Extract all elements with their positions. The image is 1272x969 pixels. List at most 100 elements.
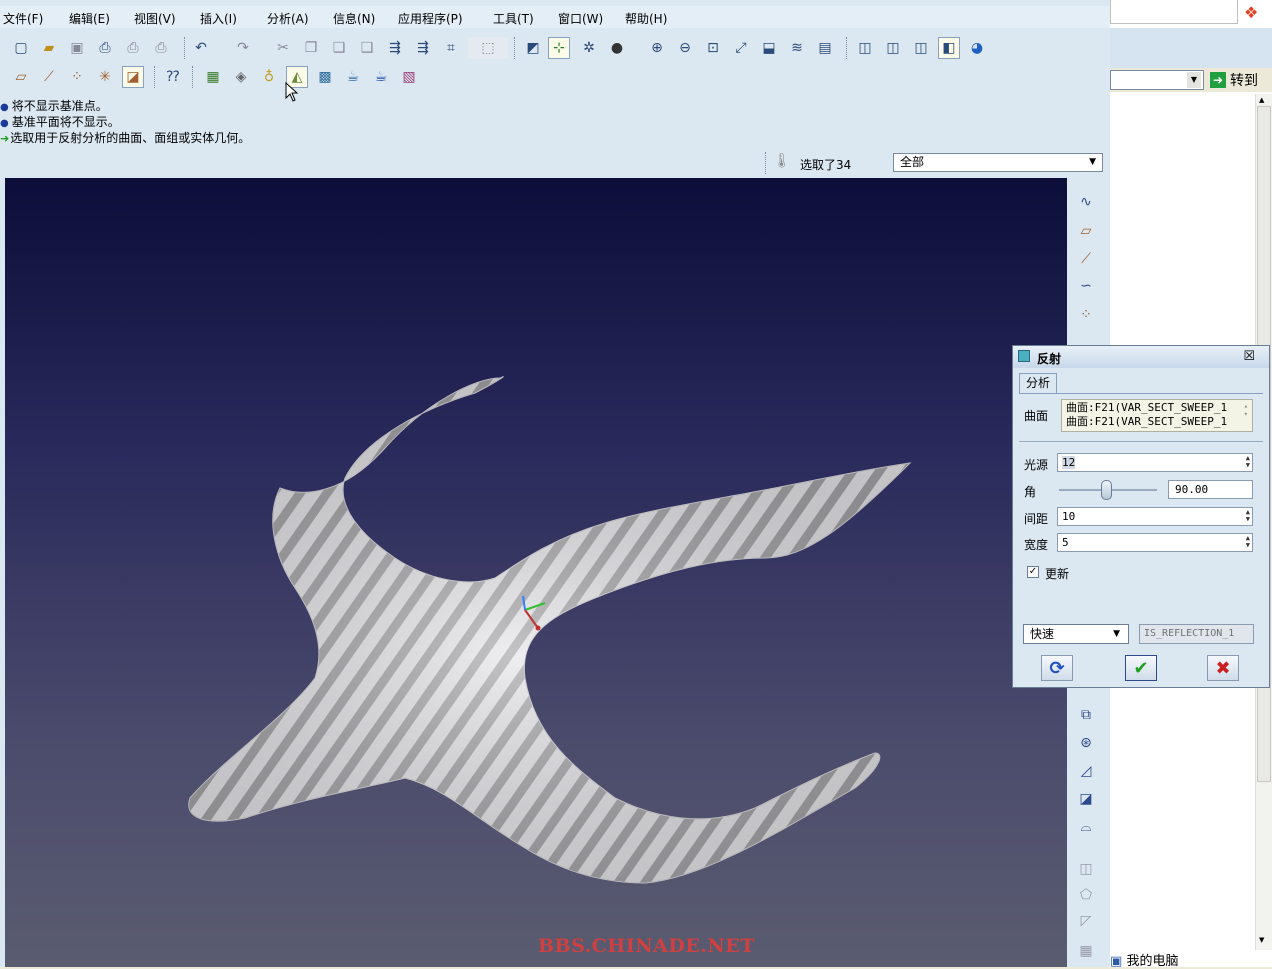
trim-icon[interactable]: ◸ [1073, 910, 1099, 932]
shading-sphere-icon[interactable]: ● [606, 37, 628, 59]
context-help-icon[interactable]: ⁇ [162, 66, 184, 88]
regenerate-icon[interactable]: ⇶ [384, 37, 406, 59]
tab-analysis[interactable]: 分析 [1019, 373, 1057, 394]
chevron-down-icon[interactable]: ▼ [1187, 72, 1201, 88]
print-icon[interactable]: ⎙ [94, 37, 116, 59]
redo-icon[interactable]: ↷ [232, 37, 254, 59]
style-curve-icon[interactable]: ∿ [1073, 191, 1099, 213]
view-manager-icon[interactable]: ▤ [814, 37, 836, 59]
light-bulb-icon[interactable]: ♁ [258, 66, 280, 88]
shading-icon[interactable]: ◧ [938, 37, 960, 59]
datum-axis-tool-icon[interactable]: ⟋ [1073, 248, 1099, 270]
scene-icon[interactable]: ▦ [202, 66, 224, 88]
teapot-render-icon[interactable]: ☕ [342, 66, 364, 88]
selection-filter-dropdown[interactable]: 全部 ▼ [893, 153, 1103, 172]
my-computer-item[interactable]: ▣ 我的电脑 [1110, 950, 1255, 969]
spinner-icon[interactable]: ▲ ▼ [1246, 455, 1250, 469]
wireframe-icon[interactable]: ◫ [854, 37, 876, 59]
surface-item[interactable]: 曲面:F21(VAR_SECT_SWEEP_1 [1066, 401, 1252, 415]
cut-icon[interactable]: ✂ [272, 37, 294, 59]
width-field[interactable]: 5 ▲ ▼ [1057, 533, 1253, 552]
coordinate-system-display-icon[interactable]: ✳ [94, 66, 116, 88]
variable-sweep-icon[interactable]: ⌓ [1073, 816, 1099, 838]
annotation-display-icon[interactable]: ◪ [122, 66, 144, 88]
spacing-field[interactable]: 10 ▲ ▼ [1057, 507, 1253, 526]
menu-info[interactable]: 信息(N) [333, 10, 375, 27]
paste-special-icon[interactable]: ❑ [356, 37, 378, 59]
repaint-button[interactable]: ⟳ [1041, 655, 1073, 681]
datum-axis-display-icon[interactable]: ⟋ [38, 66, 60, 88]
no-hidden-icon[interactable]: ◫ [910, 37, 932, 59]
surface-collector[interactable]: 曲面:F21(VAR_SECT_SWEEP_1 曲面:F21(VAR_SECT_… [1061, 399, 1253, 432]
datum-plane-icon[interactable]: ▱ [1073, 220, 1099, 242]
surface-item[interactable]: 曲面:F21(VAR_SECT_SWEEP_1 [1066, 415, 1252, 429]
cancel-button[interactable]: ✖ [1207, 655, 1239, 681]
copy-icon[interactable]: ❐ [300, 37, 322, 59]
menu-file[interactable]: 文件(F) [3, 10, 43, 27]
menu-window[interactable]: 窗口(W) [558, 10, 603, 27]
render-region-icon[interactable]: ▧ [398, 66, 420, 88]
refit-icon[interactable]: ⊡ [702, 37, 724, 59]
spinner-icon[interactable]: ▲ ▼ [1246, 509, 1250, 523]
menu-applications[interactable]: 应用程序(P) [398, 10, 463, 27]
sketched-curve-icon[interactable]: ∽ [1073, 275, 1099, 297]
graphics-viewport[interactable]: BBS.CHINADE.NET [5, 178, 1067, 967]
toolbar-separator [184, 37, 186, 59]
menu-tools[interactable]: 工具(T) [493, 10, 534, 27]
merge-icon[interactable]: ⬠ [1073, 884, 1099, 906]
model-tree-icon[interactable]: ◕ [966, 37, 988, 59]
dialog-title-bar[interactable]: 反射 ☒ [1013, 346, 1269, 368]
pattern-icon[interactable]: ▦ [1073, 940, 1099, 962]
appearance-icon[interactable]: ◈ [230, 66, 252, 88]
sketch-icon[interactable]: ◩ [522, 37, 544, 59]
light-source-field[interactable]: 12 ▲ ▼ [1057, 453, 1253, 472]
menu-insert[interactable]: 插入(I) [200, 10, 237, 27]
scroll-down-icon[interactable]: ▼ [1259, 936, 1264, 944]
revolve-icon[interactable]: ⊛ [1073, 732, 1099, 754]
menu-view[interactable]: 视图(V) [134, 10, 176, 27]
scroll-up-icon[interactable]: ▲ [1259, 96, 1264, 104]
zoom-in-icon[interactable]: ⊕ [646, 37, 668, 59]
angle-input[interactable]: 90.00 [1168, 480, 1253, 499]
analysis-name-field[interactable]: IS_REFLECTION_1 [1139, 624, 1254, 644]
layers-icon[interactable]: ≋ [786, 37, 808, 59]
ok-button[interactable]: ✔ [1125, 655, 1157, 681]
datum-axis-icon[interactable]: ⊹ [548, 37, 570, 59]
datum-point-display-icon[interactable]: ⁘ [66, 66, 88, 88]
send-mail-icon[interactable]: ⎙ [150, 37, 172, 59]
reorient-icon[interactable]: ⤢ [730, 37, 752, 59]
update-checkbox[interactable]: ✓ [1027, 566, 1039, 578]
zebra-surface[interactable] [188, 376, 912, 884]
hidden-line-icon[interactable]: ◫ [882, 37, 904, 59]
compute-mode-dropdown[interactable]: 快速 ▼ [1023, 624, 1129, 644]
spinner-icon[interactable]: ▲ ▼ [1246, 535, 1250, 549]
open-folder-icon[interactable]: ▰ [38, 37, 60, 59]
undo-icon[interactable]: ↶ [190, 37, 212, 59]
offset-icon[interactable]: ⧉ [1073, 704, 1099, 726]
draft-icon[interactable]: ◿ [1073, 760, 1099, 782]
new-file-icon[interactable]: ▢ [10, 37, 32, 59]
boundary-blend-icon[interactable]: ◪ [1073, 788, 1099, 810]
saved-views-icon[interactable]: ⬓ [758, 37, 780, 59]
zoom-out-icon[interactable]: ⊖ [674, 37, 696, 59]
save-icon[interactable]: ▣ [66, 37, 88, 59]
teapot-photo-icon[interactable]: ☕ [370, 66, 392, 88]
paste-icon[interactable]: ❑ [328, 37, 350, 59]
selection-filter-icon[interactable]: ⬚ [468, 37, 508, 59]
menu-help[interactable]: 帮助(H) [625, 10, 667, 27]
datum-point-tool-icon[interactable]: ⁘ [1073, 304, 1099, 326]
menu-analysis[interactable]: 分析(A) [267, 10, 309, 27]
go-button[interactable]: ➜ 转到 [1210, 70, 1266, 90]
menu-edit[interactable]: 编辑(E) [69, 10, 110, 27]
find-icon[interactable]: ⌗ [440, 37, 462, 59]
mirror-icon[interactable]: ◫ [1073, 858, 1099, 880]
spin-center-icon[interactable]: ✲ [578, 37, 600, 59]
regenerate-manager-icon[interactable]: ⇶ [412, 37, 434, 59]
address-input[interactable]: ▼ [1110, 70, 1204, 90]
list-scroll-icon[interactable]: ▴ ▾ [1244, 402, 1248, 418]
close-icon[interactable]: ☒ [1243, 349, 1255, 364]
datum-plane-display-icon[interactable]: ▱ [10, 66, 32, 88]
print-preview-icon[interactable]: ⎙ [122, 37, 144, 59]
environment-map-icon[interactable]: ▩ [314, 66, 336, 88]
angle-slider-thumb[interactable] [1101, 480, 1112, 500]
